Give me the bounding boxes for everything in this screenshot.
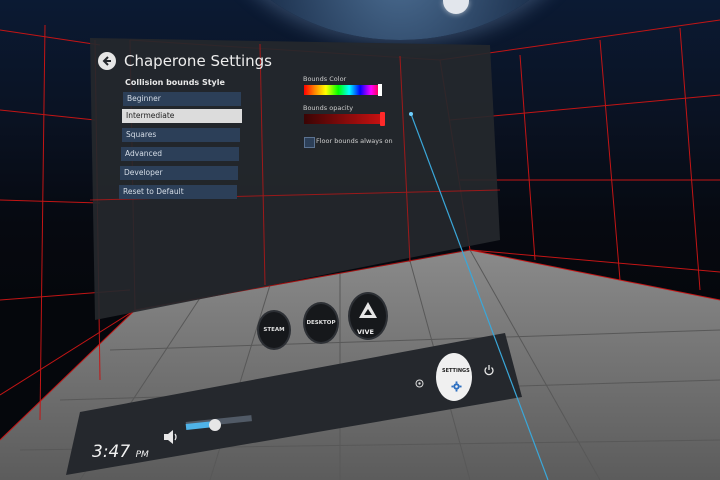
clock-time: 3:47 — [92, 442, 131, 462]
bounds-opacity-handle[interactable] — [380, 112, 385, 126]
style-option-developer[interactable]: Developer — [120, 166, 238, 180]
bounds-opacity-label: Bounds opacity — [303, 104, 354, 112]
vr-scene: Chaperone Settings Collision bounds Styl… — [0, 0, 720, 480]
floor-bounds-checkbox[interactable] — [304, 137, 315, 148]
clock-suffix: PM — [135, 450, 149, 460]
volume-knob[interactable] — [209, 419, 221, 431]
bounds-color-slider[interactable] — [304, 85, 382, 95]
bounds-color-label: Bounds Color — [303, 75, 347, 83]
steam-label: STEAM — [263, 327, 285, 333]
style-option-advanced[interactable]: Advanced — [121, 147, 239, 161]
settings-button[interactable] — [436, 353, 472, 401]
style-option-intermediate[interactable]: Intermediate — [122, 109, 242, 123]
gear-icon — [451, 381, 462, 392]
chaperone-settings-panel: Chaperone Settings Collision bounds Styl… — [0, 0, 720, 480]
page-title: Chaperone Settings — [124, 52, 272, 70]
bounds-color-handle[interactable] — [378, 84, 382, 96]
desktop-button[interactable]: DESKTOP — [303, 302, 339, 344]
style-option-squares[interactable]: Squares — [122, 128, 240, 142]
settings-label: SETTINGS — [442, 368, 470, 374]
clock: 3:47 PM — [92, 442, 149, 462]
bounds-opacity-slider[interactable] — [304, 114, 384, 124]
floor-bounds-label: Floor bounds always on — [316, 137, 393, 145]
style-option-beginner[interactable]: Beginner — [123, 92, 241, 106]
panel-header: Chaperone Settings — [98, 52, 272, 70]
speaker-icon[interactable] — [162, 428, 180, 446]
steam-button[interactable]: STEAM — [257, 310, 291, 350]
desktop-label: DESKTOP — [306, 320, 336, 326]
power-icon[interactable] — [483, 364, 495, 376]
reset-to-default-button[interactable]: Reset to Default — [119, 185, 237, 199]
back-arrow-icon[interactable] — [98, 52, 116, 70]
vive-logo-icon — [359, 302, 377, 318]
vive-label: VIVE — [357, 328, 374, 336]
dashboard-dot-icon[interactable] — [415, 379, 424, 388]
collision-style-label: Collision bounds Style — [125, 78, 225, 87]
